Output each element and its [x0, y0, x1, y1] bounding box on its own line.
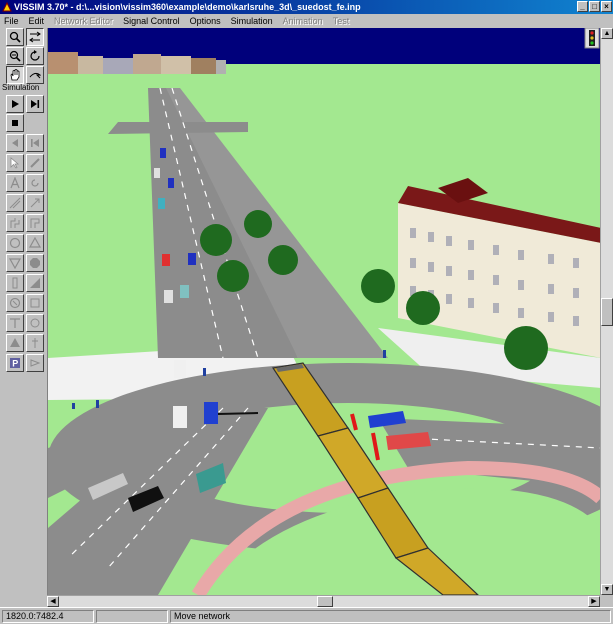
travel-time-icon[interactable]	[6, 314, 24, 332]
select-arrow-icon[interactable]	[6, 154, 24, 172]
signal-head-icon[interactable]	[6, 274, 24, 292]
stop-bar	[217, 412, 259, 415]
horizontal-scroll-thumb[interactable]	[317, 596, 333, 607]
scroll-left-arrow-icon[interactable]: ◀	[47, 596, 59, 607]
menu-simulation[interactable]: Simulation	[231, 16, 273, 26]
stop-icon[interactable]	[6, 114, 24, 132]
node-icon[interactable]	[26, 334, 44, 352]
queue-counter-icon[interactable]	[26, 314, 44, 332]
vehicle-input-icon[interactable]	[26, 194, 44, 212]
svg-text:P: P	[12, 359, 18, 369]
3d-camera-icon[interactable]	[26, 354, 44, 372]
menu-test[interactable]: Test	[333, 16, 350, 26]
menu-animation[interactable]: Animation	[283, 16, 323, 26]
scroll-up-arrow-icon[interactable]: ▲	[601, 28, 613, 39]
minimize-button[interactable]: _	[577, 1, 588, 12]
step-back-icon[interactable]	[6, 134, 24, 152]
step-forward-icon[interactable]	[26, 95, 44, 113]
link-tool-icon[interactable]	[26, 154, 44, 172]
menu-network-editor[interactable]: Network Editor	[54, 16, 113, 26]
left-toolbar: Simulation P	[0, 28, 47, 598]
vissim-app-icon	[2, 2, 12, 12]
network-3d-view[interactable]	[47, 28, 600, 595]
parking-lot-icon[interactable]: P	[6, 354, 24, 372]
priority-rule-icon[interactable]	[26, 234, 44, 252]
3d-scene	[48, 28, 600, 595]
text-tool-icon[interactable]	[6, 174, 24, 192]
menu-options[interactable]: Options	[190, 16, 221, 26]
yield-sign-icon[interactable]	[6, 254, 24, 272]
play-icon[interactable]	[6, 95, 24, 113]
scroll-right-arrow-icon[interactable]: ▶	[588, 596, 600, 607]
signal-controller-icon[interactable]	[584, 28, 600, 49]
rewind-icon[interactable]	[26, 134, 44, 152]
simulation-label: Simulation	[2, 83, 40, 92]
rotate-icon[interactable]	[26, 47, 44, 65]
fly-icon[interactable]	[26, 66, 44, 84]
status-bar: 1820.0:7482.4 Move network	[0, 607, 613, 624]
3d-mode-icon[interactable]	[26, 28, 44, 46]
speed-area-icon[interactable]	[6, 234, 24, 252]
scroll-down-arrow-icon[interactable]: ▼	[601, 584, 613, 595]
detector-icon[interactable]	[26, 274, 44, 292]
status-mode: Move network	[170, 610, 611, 623]
window-title: VISSIM 3.70* - d:\...vision\vissim360\ex…	[14, 2, 361, 12]
zoom-out-icon[interactable]	[6, 47, 24, 65]
transit-stop-icon[interactable]	[6, 294, 24, 312]
menu-signal-control[interactable]: Signal Control	[123, 16, 180, 26]
title-bar: VISSIM 3.70* - d:\...vision\vissim360\ex…	[0, 0, 613, 14]
parking-route-icon[interactable]	[26, 214, 44, 232]
close-button[interactable]: ×	[601, 1, 612, 12]
horizontal-scrollbar[interactable]: ◀ ▶	[47, 595, 600, 607]
pan-hand-icon[interactable]	[6, 66, 24, 84]
routing-decision-icon[interactable]	[6, 214, 24, 232]
vertical-scroll-thumb[interactable]	[601, 298, 613, 326]
menu-edit[interactable]: Edit	[29, 16, 45, 26]
route-tool-icon[interactable]	[26, 174, 44, 192]
menu-file[interactable]: File	[4, 16, 19, 26]
vissim-window: VISSIM 3.70* - d:\...vision\vissim360\ex…	[0, 0, 613, 624]
transit-line-icon[interactable]	[26, 294, 44, 312]
vertical-scrollbar[interactable]: ▲ ▼	[600, 28, 613, 595]
pedestrian-area-icon[interactable]	[6, 334, 24, 352]
maximize-button[interactable]: □	[589, 1, 600, 12]
zoom-in-icon[interactable]	[6, 28, 24, 46]
connector-tool-icon[interactable]	[6, 194, 24, 212]
stop-sign-icon[interactable]	[26, 254, 44, 272]
menu-bar: File Edit Network Editor Signal Control …	[0, 14, 613, 28]
status-coordinates: 1820.0:7482.4	[2, 610, 94, 623]
status-empty-pane	[96, 610, 168, 623]
far-cross-road	[108, 122, 248, 134]
